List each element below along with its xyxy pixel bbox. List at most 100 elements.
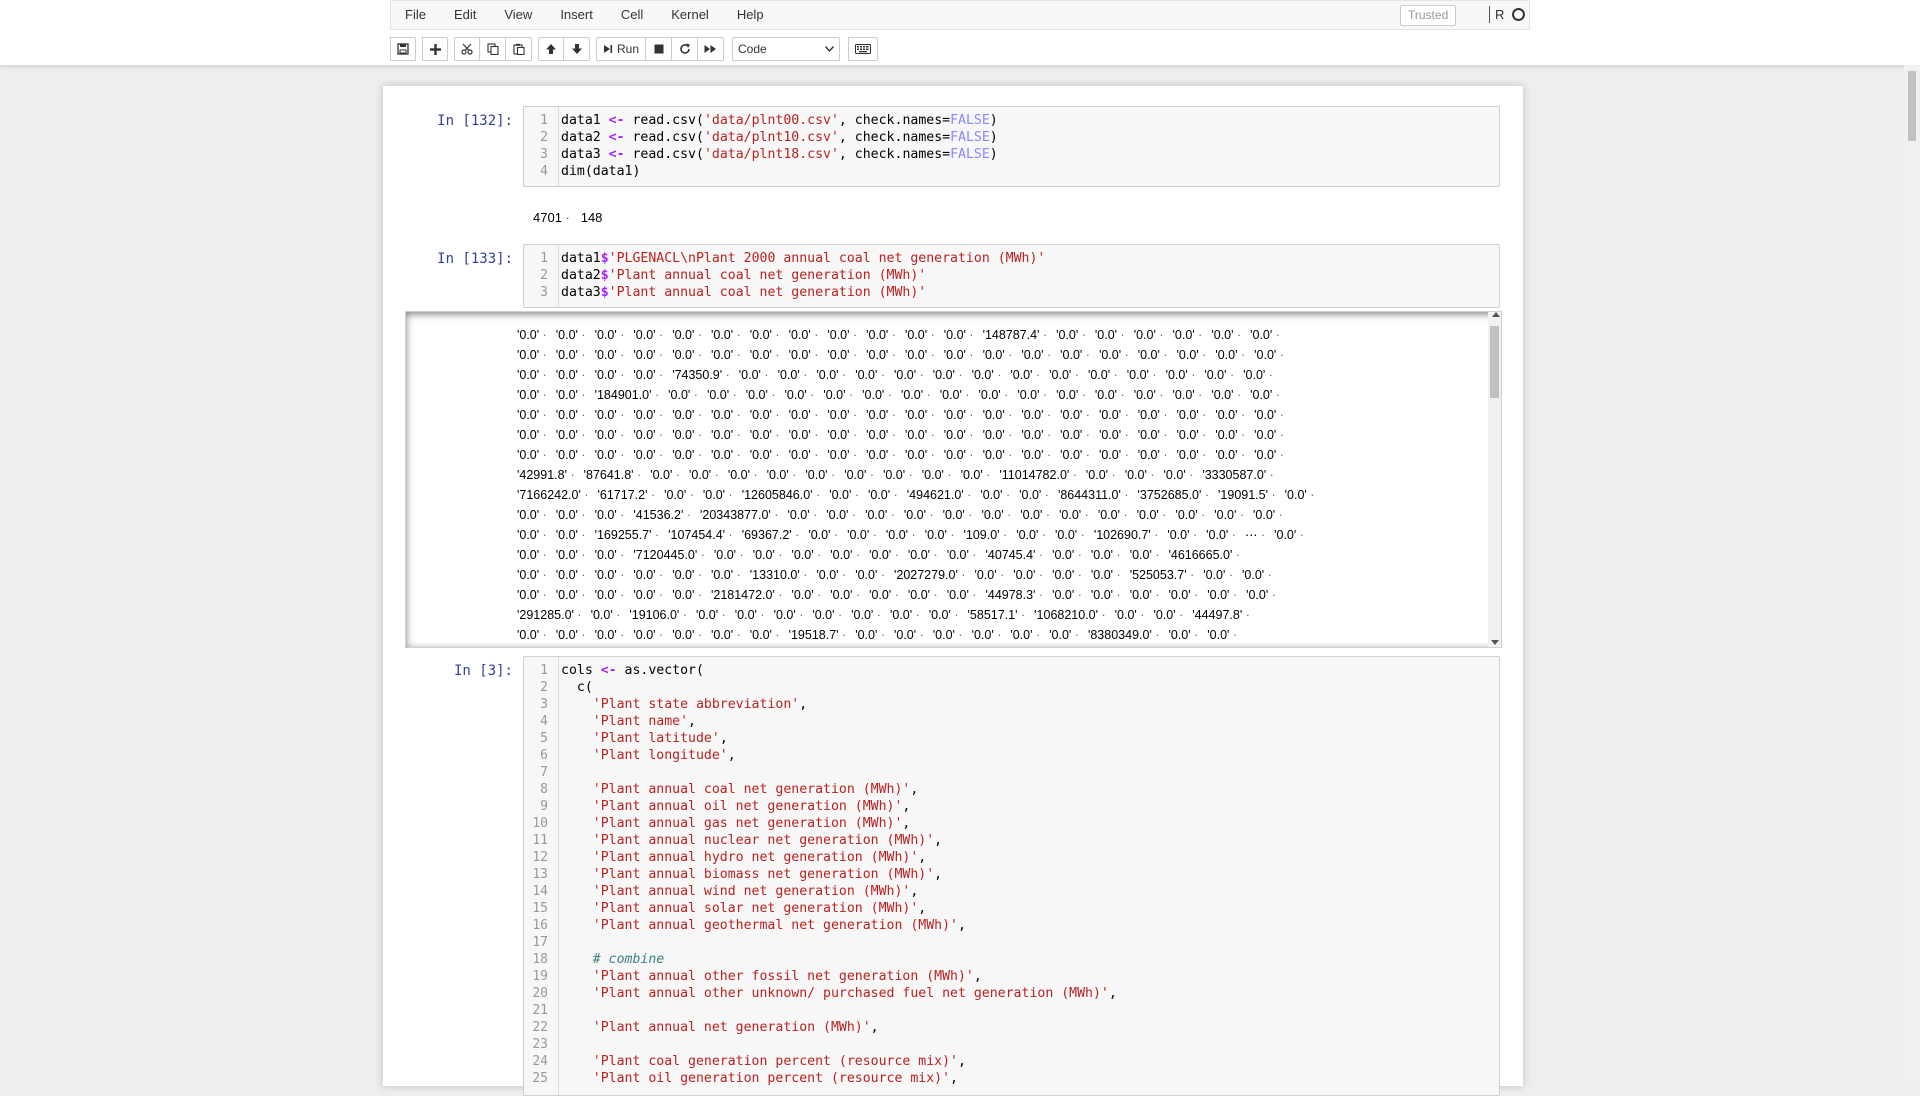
notebook-container: In [132]: 1 data1 <- read.csv('data/plnt0… xyxy=(383,86,1523,1096)
menu-insert[interactable]: Insert xyxy=(546,0,607,30)
code-text: 'Plant longitude', xyxy=(592,748,736,763)
line-number: 2 xyxy=(540,268,548,283)
output-value: '0.0' xyxy=(1138,348,1168,362)
output-value: ⋯ xyxy=(1245,528,1265,542)
output-value: '0.0' xyxy=(943,508,973,522)
output-value: '0.0' xyxy=(633,348,663,362)
code-text: # combine xyxy=(592,952,665,967)
output-value: '0.0' xyxy=(556,588,586,602)
code-text: data2 <- read.csv('data/plnt10.csv', che… xyxy=(561,130,998,145)
copy-button[interactable] xyxy=(480,37,506,61)
line-number: 16 xyxy=(532,918,548,933)
line-number: 17 xyxy=(532,935,548,950)
output-value: '0.0' xyxy=(1021,348,1051,362)
code-text: 'Plant annual geothermal net generation … xyxy=(592,918,966,933)
move-up-button[interactable] xyxy=(538,37,564,61)
output-scroll-area[interactable]: '0.0' '0.0' '0.0' '0.0' '0.0' '0.0' '0.0' '0.0'… xyxy=(405,311,1502,648)
output-value: '0.0' xyxy=(711,568,741,582)
restart-run-all-button[interactable] xyxy=(698,37,725,61)
output-value: '0.0' xyxy=(1099,348,1129,362)
page-scrollbar-thumb[interactable] xyxy=(1908,71,1916,141)
output-value: '58517.1' xyxy=(968,608,1026,622)
output-value: '0.0' xyxy=(735,608,765,622)
menu-kernel[interactable]: Kernel xyxy=(657,0,723,30)
output-value: '0.0' xyxy=(556,388,586,402)
output-value: '0.0' xyxy=(1254,408,1284,422)
dim-output: 4701 · 148 xyxy=(533,210,603,225)
output-value: '0.0' xyxy=(904,508,934,522)
save-button[interactable] xyxy=(390,37,416,61)
output-value: '0.0' xyxy=(908,548,938,562)
code-cell-editor[interactable]: 1 data1 <- read.csv('data/plnt00.csv', ch… xyxy=(523,106,1500,187)
cell-type-select[interactable]: Code xyxy=(732,37,841,61)
scroll-down-icon[interactable] xyxy=(1491,640,1499,645)
output-value: '0.0' xyxy=(1177,428,1207,442)
output-value: '0.0' xyxy=(750,408,780,422)
cell-prompt: In [132]: xyxy=(437,113,513,129)
output-value: '0.0' xyxy=(866,348,896,362)
output-value: '0.0' xyxy=(750,348,780,362)
output-value: '0.0' xyxy=(827,428,857,442)
output-value: '11014782.0' xyxy=(999,468,1077,482)
output-value: '0.0' xyxy=(517,508,547,522)
output-value: '4616665.0' xyxy=(1168,548,1240,562)
page-scrollbar[interactable] xyxy=(1904,65,1920,1080)
cut-button[interactable] xyxy=(454,37,480,61)
output-value: '0.0' xyxy=(983,348,1013,362)
code-text: data2$'Plant annual coal net generation … xyxy=(561,268,927,283)
output-value: '0.0' xyxy=(517,448,547,462)
paste-button[interactable] xyxy=(506,37,532,61)
output-value: '0.0' xyxy=(1274,528,1304,542)
output-value: '0.0' xyxy=(711,628,741,642)
output-value: '0.0' xyxy=(633,408,663,422)
output-value: '0.0' xyxy=(869,548,899,562)
line-number: 19 xyxy=(532,969,548,984)
output-value: '0.0' xyxy=(556,568,586,582)
output-value: '74350.9' xyxy=(672,368,730,382)
output-value: '0.0' xyxy=(595,588,625,602)
output-row: '291285.0' '0.0' '19106.0' '0.0' '0.0' '0.0' '… xyxy=(517,605,1259,625)
line-number: 2 xyxy=(540,680,548,695)
output-value: '0.0' xyxy=(1203,568,1233,582)
restart-button[interactable] xyxy=(672,37,699,61)
output-value: '0.0' xyxy=(595,408,625,422)
output-value: '0.0' xyxy=(816,368,846,382)
run-button[interactable]: Run xyxy=(596,37,647,61)
output-value: '0.0' xyxy=(789,328,819,342)
output-value: '8644311.0' xyxy=(1058,488,1129,502)
code-cell-editor[interactable]: 1 cols <- as.vector(2 c(3 'Plant state ab… xyxy=(523,656,1500,1096)
menu-cell[interactable]: Cell xyxy=(607,0,657,30)
output-value: '0.0' xyxy=(883,468,913,482)
output-value: '0.0' xyxy=(1099,428,1129,442)
output-scrollbar[interactable] xyxy=(1488,312,1501,647)
menu-edit[interactable]: Edit xyxy=(440,0,490,30)
output-value: '69367.2' xyxy=(742,528,800,542)
menu-file[interactable]: File xyxy=(391,0,440,30)
move-down-button[interactable] xyxy=(564,37,590,61)
output-value: '525053.7' xyxy=(1130,568,1195,582)
output-value: '61717.2' xyxy=(598,488,656,502)
arrow-down-icon xyxy=(571,44,582,54)
line-number: 18 xyxy=(532,952,548,967)
output-value: '0.0' xyxy=(1215,428,1245,442)
output-value: '0.0' xyxy=(866,408,896,422)
output-row: '0.0' '0.0' '0.0' '41536.2' '20343877.0' '0.0… xyxy=(517,505,1292,525)
output-value: '20343877.0' xyxy=(700,508,778,522)
code-text: 'Plant annual coal net generation (MWh)'… xyxy=(592,782,919,797)
interrupt-button[interactable] xyxy=(646,37,673,61)
output-value: '0.0' xyxy=(944,328,974,342)
dim-cols: 148 xyxy=(580,210,603,225)
kernel-name: R xyxy=(1489,6,1504,23)
output-value: '0.0' xyxy=(1250,328,1280,342)
menu-help[interactable]: Help xyxy=(723,0,778,30)
output-value: '0.0' xyxy=(1215,408,1245,422)
output-value: '0.0' xyxy=(556,448,586,462)
code-cell-editor[interactable]: 1 data1$'PLGENACL\nPlant 2000 annual coal… xyxy=(523,244,1500,308)
output-value: '0.0' xyxy=(1168,588,1198,602)
insert-cell-button[interactable] xyxy=(422,37,448,61)
menu-view[interactable]: View xyxy=(490,0,546,30)
output-scrollbar-thumb[interactable] xyxy=(1490,326,1499,398)
scroll-up-icon[interactable] xyxy=(1492,312,1500,317)
trusted-indicator[interactable]: Trusted xyxy=(1400,5,1457,26)
command-palette-button[interactable] xyxy=(848,37,879,61)
